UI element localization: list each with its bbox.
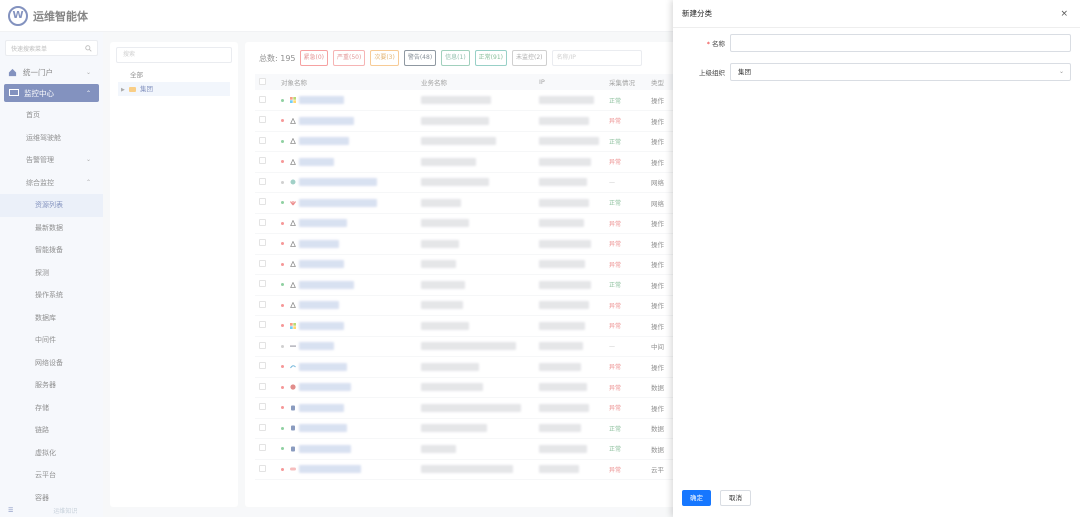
drawer-title: 新建分类	[682, 9, 712, 18]
drawer-header: 新建分类 ×	[673, 0, 1080, 28]
required-mark: *	[706, 40, 710, 48]
name-label: * 名称	[673, 38, 725, 48]
drawer-footer: 确定 取消	[682, 490, 760, 506]
parent-select[interactable]: 集团 ⌄	[730, 63, 1071, 81]
confirm-button[interactable]: 确定	[682, 490, 711, 506]
name-form-row: * 名称	[673, 34, 1080, 52]
parent-form-row: 上级组织 集团 ⌄	[673, 63, 1080, 81]
name-input[interactable]	[730, 34, 1071, 52]
parent-label: 上级组织	[699, 69, 725, 77]
cancel-button[interactable]: 取消	[720, 490, 751, 506]
parent-select-value: 集团	[738, 68, 751, 76]
new-category-drawer: 新建分类 × * 名称 上级组织 集团 ⌄ 确定 取消	[673, 0, 1080, 517]
close-icon[interactable]: ×	[1060, 9, 1068, 19]
name-label-text: 名称	[712, 40, 725, 48]
chevron-down-icon: ⌄	[1058, 68, 1064, 75]
app-root: W 运维智能体 快速搜索菜单 统一门户 ⌄ 监控中心 ⌃ 首页 运维驾驶舱 告警…	[0, 0, 1080, 517]
